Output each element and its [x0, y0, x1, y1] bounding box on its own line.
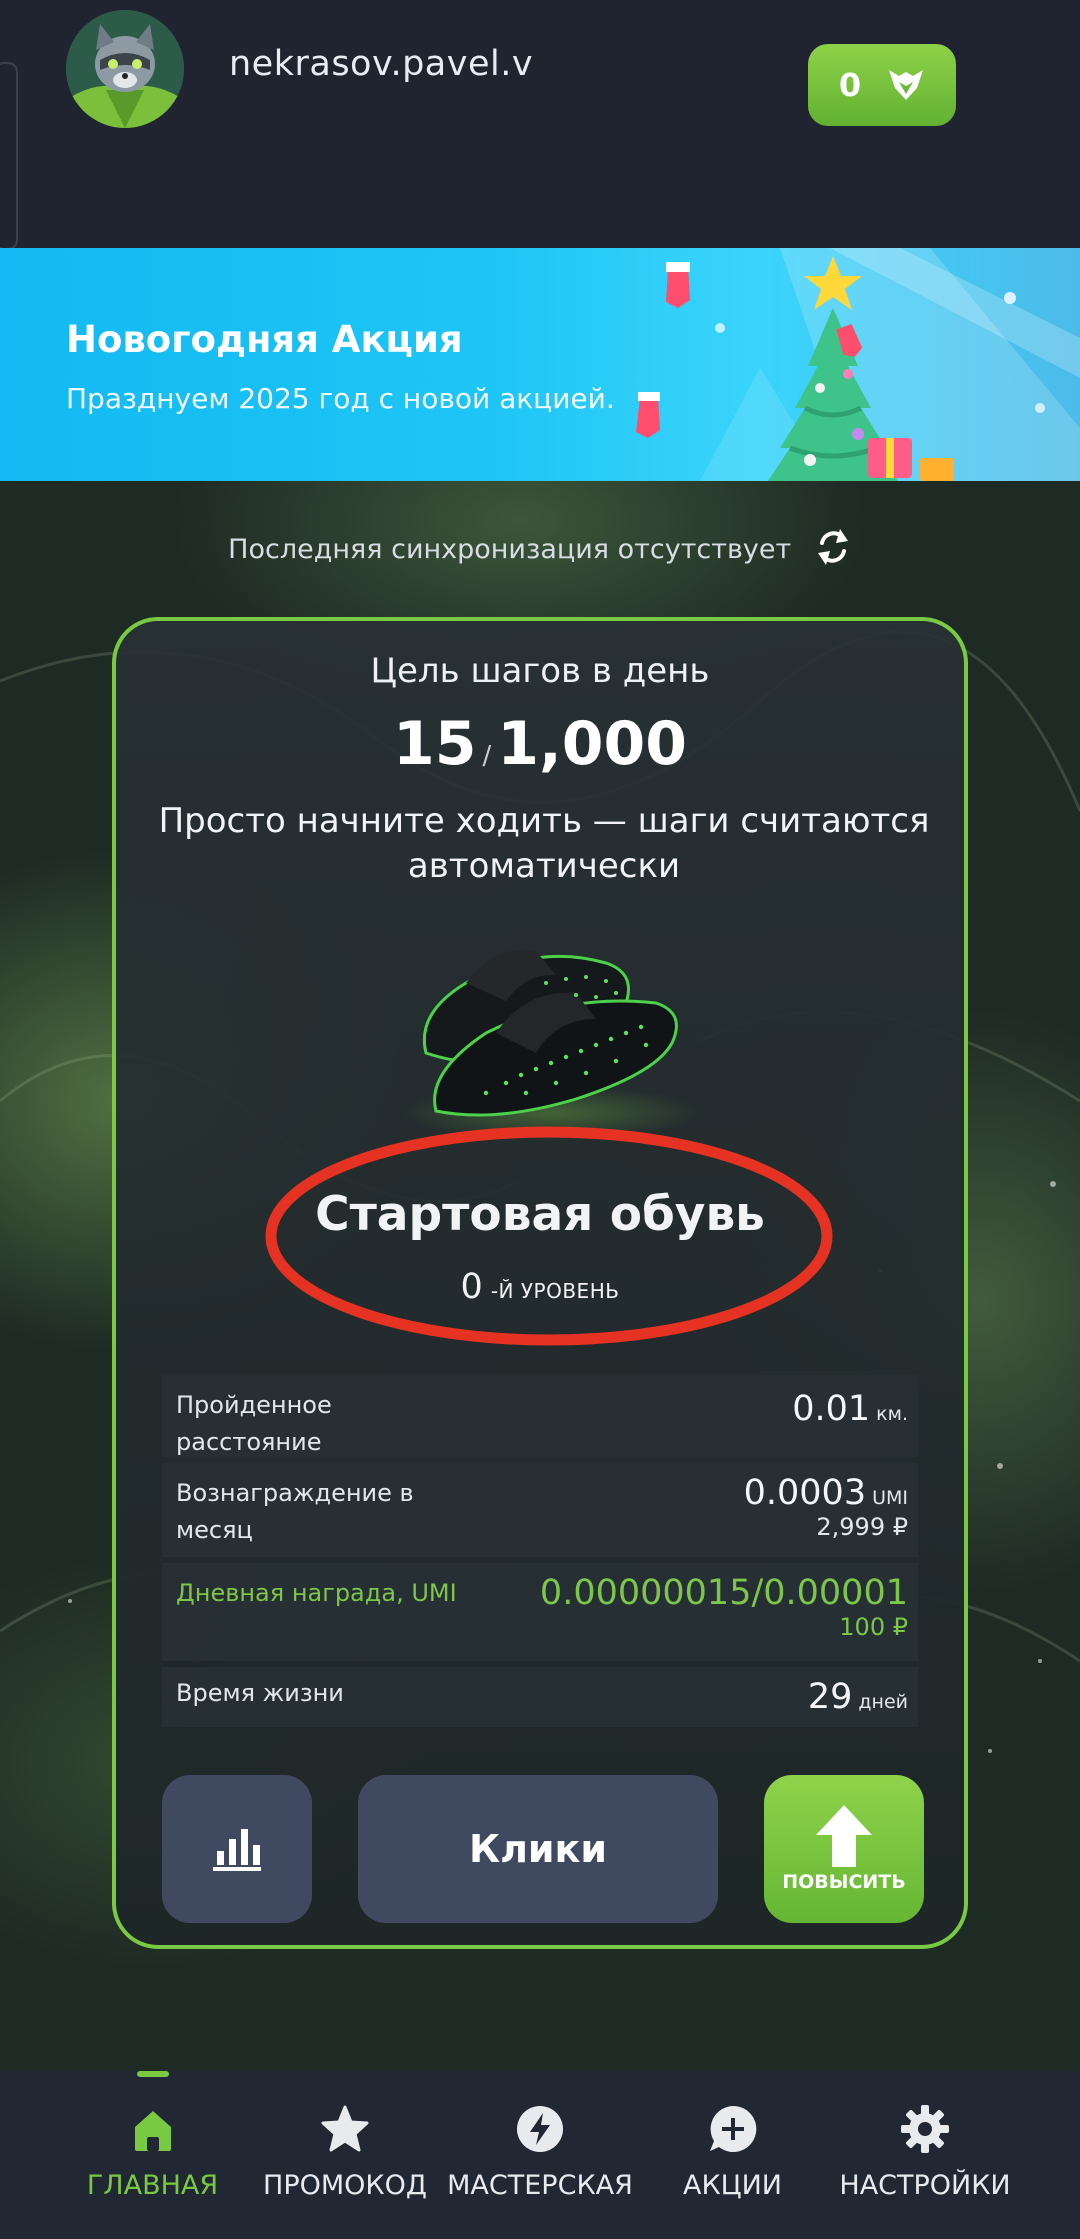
steps-current: 15: [392, 709, 477, 779]
stat-monthly-reward-rub: 2,999 ₽: [816, 1513, 908, 1541]
stat-monthly-reward-value: 0.0003: [743, 1473, 867, 1513]
promo-banner[interactable]: Новогодняя Акция Празднуем 2025 год с но…: [0, 248, 1080, 481]
stat-daily-reward-value: 0.00000015/0.00001: [539, 1573, 908, 1613]
stat-monthly-reward: Вознаграждение в месяц 0.0003 UMI 2,999 ₽: [162, 1463, 918, 1557]
statistics-button[interactable]: [162, 1775, 312, 1923]
star-icon: [321, 2105, 369, 2152]
nav-item-workshop-label: МАСТЕРСКАЯ: [447, 2170, 633, 2201]
nav-item-settings-label: НАСТРОЙКИ: [839, 2170, 1011, 2201]
bar-chart-icon: [213, 1829, 261, 1871]
stat-distance-value: 0.01: [792, 1389, 871, 1429]
chat-plus-icon: [709, 2105, 756, 2152]
steps-counter: 15/1,000: [116, 709, 964, 779]
balance-value: 0: [838, 66, 862, 104]
bottom-navigation: ГЛАВНАЯ ПРОМОКОД МАСТЕРСКАЯ АКЦИИ НАСТРО…: [0, 2071, 1080, 2239]
steps-separator: /: [482, 741, 492, 771]
sync-status-text: Последняя синхронизация отсутствует: [228, 534, 792, 565]
banner-title: Новогодняя Акция: [66, 318, 463, 361]
shoe-name: Стартовая обувь: [315, 1187, 765, 1242]
stat-daily-reward: Дневная награда, UMI 0.00000015/0.00001 …: [162, 1563, 918, 1661]
shoe-level-suffix: -Й УРОВЕНЬ: [490, 1279, 620, 1303]
shoe-level-number: 0: [460, 1267, 483, 1307]
nav-item-promotions-label: АКЦИИ: [683, 2170, 782, 2201]
gear-icon: [901, 2105, 949, 2153]
steps-goal: 1,000: [497, 709, 688, 779]
stat-lifetime-label: Время жизни: [176, 1679, 344, 1707]
balance-button[interactable]: 0: [808, 44, 956, 126]
nav-item-home-label: ГЛАВНАЯ: [86, 2170, 219, 2201]
arrow-up-icon: [816, 1805, 872, 1867]
nav-item-promocode[interactable]: ПРОМОКОД: [260, 2071, 430, 2239]
avatar[interactable]: [66, 10, 184, 128]
app-header: nekrasov.pavel.v 0: [0, 0, 1080, 250]
stat-lifetime-unit: дней: [858, 1691, 908, 1713]
stat-daily-reward-rub: 100 ₽: [839, 1613, 908, 1641]
nav-item-promocode-label: ПРОМОКОД: [263, 2170, 427, 2201]
nav-item-workshop[interactable]: МАСТЕРСКАЯ: [445, 2071, 635, 2239]
stat-lifetime-value: 29: [807, 1677, 853, 1717]
stat-monthly-reward-label: Вознаграждение в месяц: [176, 1479, 414, 1544]
stat-lifetime-value-group: 29 дней: [808, 1677, 908, 1717]
sync-status: Последняя синхронизация отсутствует: [0, 525, 1080, 576]
stat-monthly-reward-unit: UMI: [872, 1487, 908, 1509]
christmas-tree-illustration: [636, 248, 1080, 481]
steps-hint: Просто начните ходить — шаги считаются а…: [158, 801, 930, 886]
stat-distance-label: Пройденное расстояние: [176, 1391, 332, 1456]
sneaker-image: [401, 949, 701, 1141]
nav-item-home[interactable]: ГЛАВНАЯ: [70, 2071, 235, 2239]
upgrade-button[interactable]: ПОВЫСИТЬ: [764, 1775, 924, 1923]
stats-list: Пройденное расстояние 0.01 км. Вознагражд…: [162, 1375, 918, 1733]
stat-daily-reward-label: Дневная награда, UMI: [176, 1579, 457, 1607]
stat-distance-unit: км.: [876, 1403, 908, 1425]
nav-item-settings[interactable]: НАСТРОЙКИ: [835, 2071, 1015, 2239]
shoe-level: 0 -Й УРОВЕНЬ: [116, 1267, 964, 1307]
clicks-button[interactable]: Клики: [358, 1775, 718, 1923]
stat-daily-reward-value-group: 0.00000015/0.00001 100 ₽: [540, 1573, 908, 1641]
stat-distance: Пройденное расстояние 0.01 км.: [162, 1375, 918, 1457]
upgrade-label: ПОВЫСИТЬ: [782, 1871, 906, 1893]
steps-card: Цель шагов в день 15/1,000 Просто начнит…: [112, 617, 968, 1949]
stat-monthly-reward-value-group: 0.0003 UMI 2,999 ₽: [744, 1473, 908, 1541]
bolt-icon: [517, 2106, 563, 2152]
edge-handle[interactable]: [0, 62, 18, 250]
steps-goal-label: Цель шагов в день: [370, 651, 710, 691]
stat-lifetime: Время жизни 29 дней: [162, 1667, 918, 1727]
username: nekrasov.pavel.v: [229, 44, 534, 84]
banner-subtitle: Празднуем 2025 год с новой акцией.: [66, 382, 615, 415]
stat-distance-value-group: 0.01 км.: [792, 1389, 908, 1429]
home-icon: [134, 2111, 171, 2151]
nav-item-promotions[interactable]: АКЦИИ: [660, 2071, 805, 2239]
fox-logo-icon: [889, 70, 924, 100]
sync-icon[interactable]: [814, 525, 852, 576]
